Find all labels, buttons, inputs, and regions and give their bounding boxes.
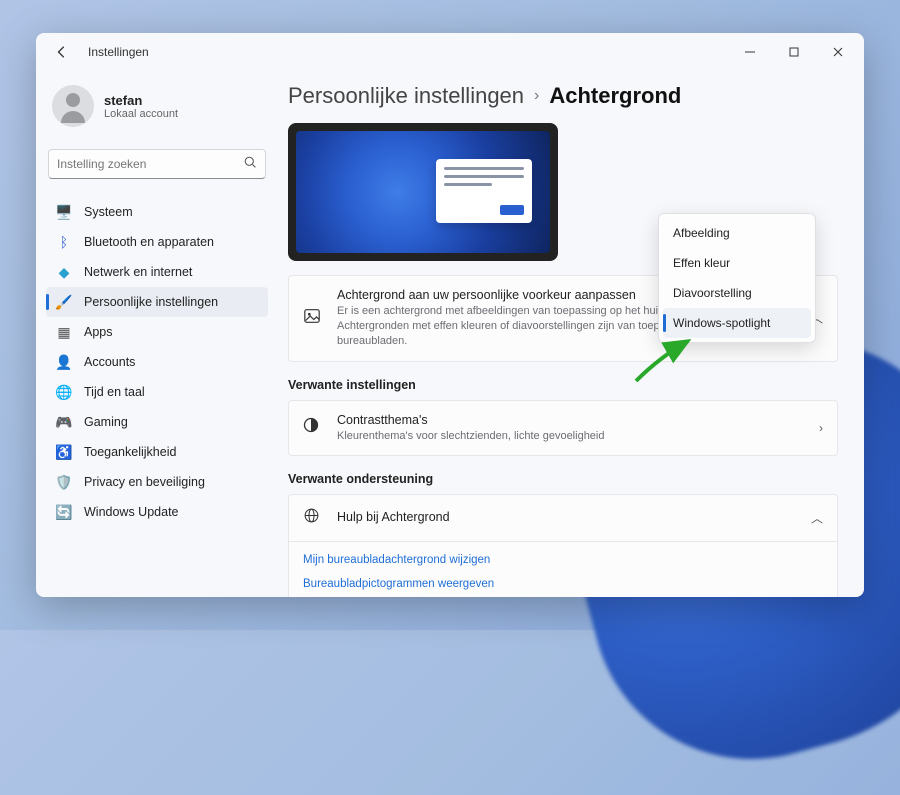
- maximize-button[interactable]: [772, 37, 816, 67]
- help-background-card[interactable]: Hulp bij Achtergrond ︿: [288, 494, 838, 542]
- wallpaper-preview: [288, 123, 558, 261]
- nav-label: Privacy en beveiliging: [84, 475, 205, 489]
- nav-label: Persoonlijke instellingen: [84, 295, 218, 309]
- user-name: stefan: [104, 93, 178, 108]
- nav-icon: 🖌️: [56, 294, 72, 310]
- section-related-support: Verwante ondersteuning: [288, 472, 838, 486]
- sidebar-item-toegankelijkheid[interactable]: ♿ Toegankelijkheid: [46, 437, 268, 467]
- breadcrumb: Persoonlijke instellingen › Achtergrond: [288, 83, 838, 109]
- sidebar-item-bluetooth-en-apparaten[interactable]: ᛒ Bluetooth en apparaten: [46, 227, 268, 257]
- nav-label: Tijd en taal: [84, 385, 145, 399]
- sidebar: stefan Lokaal account 🖥️ Systeem ᛒ Bluetoot…: [36, 71, 278, 597]
- nav-label: Toegankelijkheid: [84, 445, 176, 459]
- nav-icon: 🎮: [56, 414, 72, 430]
- card-title: Contrastthema's: [337, 413, 797, 427]
- nav-label: Systeem: [84, 205, 133, 219]
- nav-icon: ᛒ: [56, 234, 72, 250]
- nav-icon: ▦: [56, 324, 72, 340]
- breadcrumb-current: Achtergrond: [549, 83, 681, 109]
- dropdown-option[interactable]: Afbeelding: [663, 218, 811, 248]
- chevron-right-icon: ›: [819, 421, 823, 435]
- dropdown-option[interactable]: Windows-spotlight: [663, 308, 811, 338]
- chevron-up-icon: ︿: [811, 510, 823, 527]
- sidebar-item-apps[interactable]: ▦ Apps: [46, 317, 268, 347]
- nav-icon: 👤: [56, 354, 72, 370]
- search-input[interactable]: [57, 157, 244, 171]
- breadcrumb-parent[interactable]: Persoonlijke instellingen: [288, 83, 524, 109]
- app-title: Instellingen: [88, 45, 149, 59]
- avatar: [52, 85, 94, 127]
- search-box[interactable]: [48, 149, 266, 179]
- dropdown-option[interactable]: Diavoorstelling: [663, 278, 811, 308]
- nav-icon: ◆: [56, 264, 72, 280]
- nav-label: Windows Update: [84, 505, 179, 519]
- nav-icon: 🖥️: [56, 204, 72, 220]
- help-link[interactable]: Mijn bureaubladachtergrond wijzigen: [303, 548, 823, 572]
- chevron-right-icon: ›: [534, 87, 539, 105]
- user-subtitle: Lokaal account: [104, 108, 178, 120]
- section-related-settings: Verwante instellingen: [288, 378, 838, 392]
- sidebar-item-windows-update[interactable]: 🔄 Windows Update: [46, 497, 268, 527]
- nav-label: Bluetooth en apparaten: [84, 235, 214, 249]
- nav-label: Gaming: [84, 415, 128, 429]
- card-title: Hulp bij Achtergrond: [337, 510, 797, 524]
- help-links: Mijn bureaubladachtergrond wijzigen Bure…: [288, 542, 838, 597]
- nav-icon: 🛡️: [56, 474, 72, 490]
- nav-label: Netwerk en internet: [84, 265, 192, 279]
- nav-label: Apps: [84, 325, 113, 339]
- nav-icon: 🔄: [56, 504, 72, 520]
- settings-window: Instellingen stefan Lokaal account 🖥️: [36, 33, 864, 597]
- image-icon: [303, 307, 323, 330]
- contrast-icon: [303, 417, 323, 438]
- nav-label: Accounts: [84, 355, 135, 369]
- background-type-dropdown[interactable]: AfbeeldingEffen kleurDiavoorstellingWind…: [658, 213, 816, 343]
- nav-icon: ♿: [56, 444, 72, 460]
- help-link[interactable]: Bureaubladpictogrammen weergeven: [303, 572, 823, 596]
- minimize-button[interactable]: [728, 37, 772, 67]
- sidebar-item-gaming[interactable]: 🎮 Gaming: [46, 407, 268, 437]
- window-controls: [728, 37, 860, 67]
- close-button[interactable]: [816, 37, 860, 67]
- sidebar-item-tijd-en-taal[interactable]: 🌐 Tijd en taal: [46, 377, 268, 407]
- nav-icon: 🌐: [56, 384, 72, 400]
- user-profile[interactable]: stefan Lokaal account: [46, 79, 268, 141]
- sidebar-item-privacy-en-beveiliging[interactable]: 🛡️ Privacy en beveiliging: [46, 467, 268, 497]
- dropdown-option[interactable]: Effen kleur: [663, 248, 811, 278]
- globe-icon: [303, 507, 323, 529]
- titlebar: Instellingen: [36, 33, 864, 71]
- sidebar-item-accounts[interactable]: 👤 Accounts: [46, 347, 268, 377]
- back-button[interactable]: [50, 40, 74, 64]
- sidebar-item-persoonlijke-instellingen[interactable]: 🖌️ Persoonlijke instellingen: [46, 287, 268, 317]
- card-subtitle: Kleurenthema's voor slechtzienden, licht…: [337, 429, 797, 444]
- search-icon: [244, 156, 257, 172]
- sidebar-item-systeem[interactable]: 🖥️ Systeem: [46, 197, 268, 227]
- sidebar-item-netwerk-en-internet[interactable]: ◆ Netwerk en internet: [46, 257, 268, 287]
- contrast-themes-card[interactable]: Contrastthema's Kleurenthema's voor slec…: [288, 400, 838, 457]
